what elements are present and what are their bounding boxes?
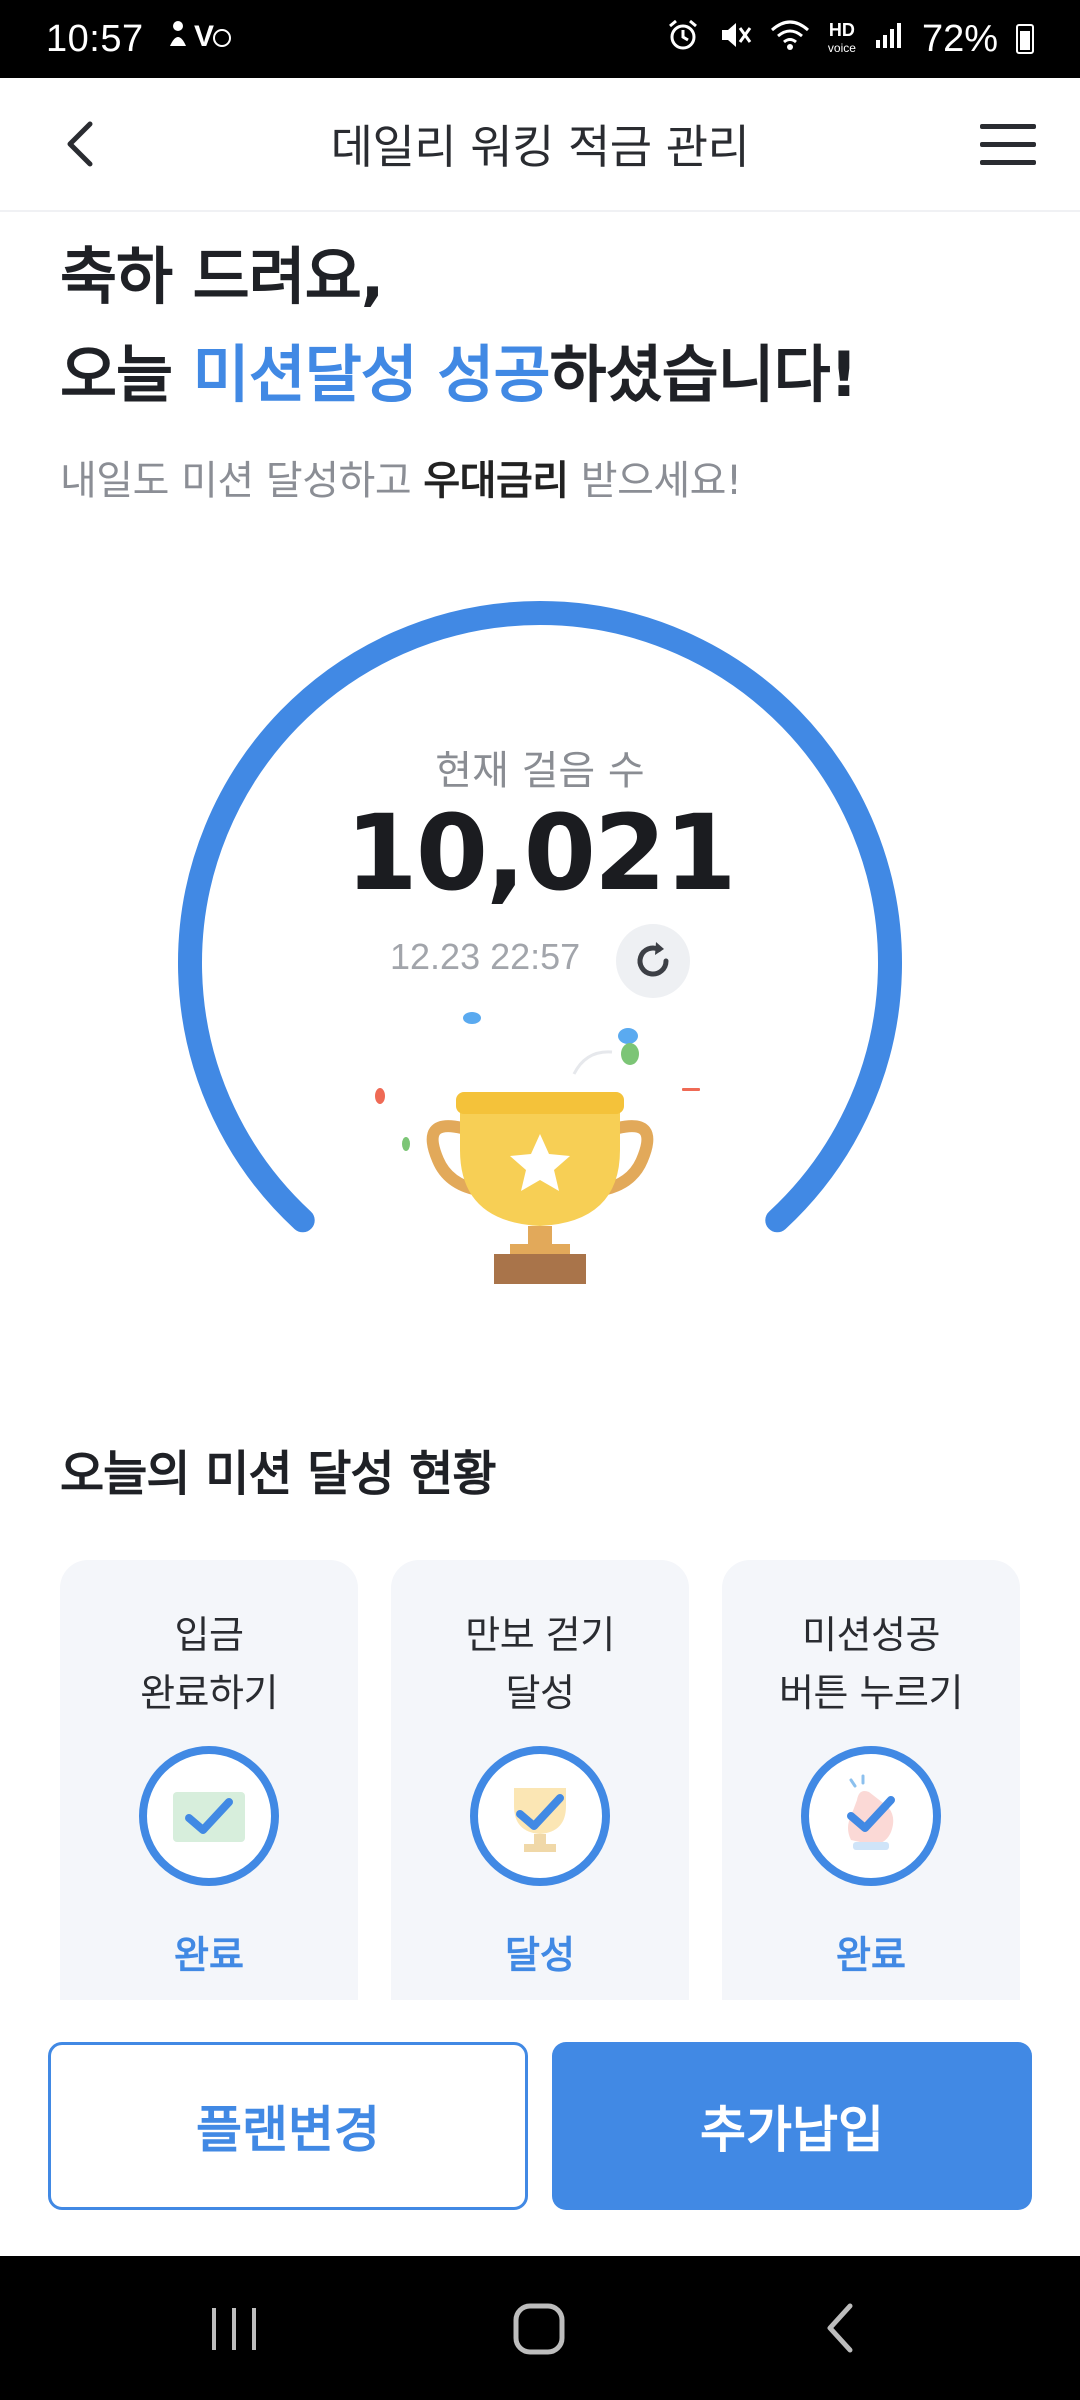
extra-deposit-button[interactable]: 추가납입 <box>552 2042 1032 2210</box>
wifi-icon <box>770 18 810 60</box>
status-bar: 10:57 V HD voice 72% <box>0 0 1080 78</box>
change-plan-button[interactable]: 플랜변경 <box>48 2042 528 2210</box>
recent-apps-button[interactable] <box>194 2296 274 2360</box>
status-time: 10:57 <box>46 17 144 60</box>
hd-label: HD <box>828 20 855 40</box>
mission-card-walking: 만보 걷기 달성 달성 <box>391 1560 689 2000</box>
steps-count: 10,021 <box>345 792 736 914</box>
hamburger-menu-icon <box>980 124 1036 165</box>
mission-card-status: 완료 <box>836 1933 906 1977</box>
home-button[interactable] <box>500 2296 580 2360</box>
back-button[interactable] <box>52 112 116 176</box>
refresh-icon <box>637 942 669 977</box>
mission-card-status: 달성 <box>505 1933 575 1977</box>
headline-line2: 오늘 미션달성 성공하셨습니다! <box>60 326 858 424</box>
home-icon <box>513 2303 565 2355</box>
voice-label: voice <box>827 41 856 55</box>
battery-icon <box>1016 24 1034 54</box>
menu-button[interactable] <box>978 116 1038 172</box>
signal-icon <box>874 20 904 58</box>
headline-line1: 축하 드려요, <box>60 240 384 313</box>
mission-card-button: 미션성공 버튼 누르기 완료 <box>722 1560 1020 2000</box>
page-title: 데일리 워킹 적금 관리 <box>330 120 750 174</box>
app-header: 데일리 워킹 적금 관리 <box>0 78 1080 212</box>
mission-card-status: 완료 <box>174 1933 244 1977</box>
refresh-button[interactable] <box>616 924 690 998</box>
battery-percent: 72% <box>921 17 998 60</box>
status-icons: HD voice 72% <box>666 18 1034 61</box>
system-nav-bar <box>0 2256 1080 2400</box>
subtitle-suffix: 받으세요! <box>568 458 742 504</box>
mission-card-deposit: 입금 완료하기 완료 <box>60 1560 358 2000</box>
steps-updated-time: 12.23 22:57 <box>390 936 581 977</box>
status-time-group: 10:57 V <box>46 16 234 62</box>
mute-icon <box>718 18 752 60</box>
recent-apps-icon <box>212 2308 256 2350</box>
mission-card-label: 입금 완료하기 <box>140 1613 278 1715</box>
subtitle: 내일도 미션 달성하고 우대금리 받으세요! <box>60 448 742 506</box>
mission-cards: 입금 완료하기 완료 만보 걷기 달성 달성 미션성공 버튼 누르기 완료 <box>60 1560 1020 2000</box>
steps-label: 현재 걸음 수 <box>435 748 645 794</box>
trophy-illustration <box>375 1012 700 1284</box>
notification-icons: V <box>164 16 234 62</box>
tap-check-icon <box>801 1746 941 1886</box>
success-headline: 축하 드려요, 오늘 미션달성 성공하셨습니다! <box>60 228 858 424</box>
svg-text:V: V <box>194 20 215 52</box>
headline-prefix: 오늘 <box>60 338 193 411</box>
mission-card-label: 만보 걷기 달성 <box>465 1613 615 1715</box>
mission-card-label: 미션성공 버튼 누르기 <box>779 1613 963 1715</box>
deposit-check-icon <box>139 1746 279 1886</box>
chevron-left-icon <box>67 121 93 167</box>
subtitle-prefix: 내일도 미션 달성하고 <box>60 458 424 504</box>
headline-suffix: 하셨습니다! <box>549 338 858 411</box>
hd-voice-icon: HD voice <box>827 20 856 56</box>
mission-section-title: 오늘의 미션 달성 현황 <box>60 1446 497 1502</box>
subtitle-bold: 우대금리 <box>423 458 569 504</box>
headline-accent: 미션달성 성공 <box>192 338 551 411</box>
back-arrow-icon <box>827 2303 853 2353</box>
trophy-check-icon <box>470 1746 610 1886</box>
bottom-action-bar: 플랜변경 추가납입 <box>0 2000 1080 2256</box>
alarm-icon <box>666 18 700 60</box>
system-back-button[interactable] <box>800 2296 880 2360</box>
